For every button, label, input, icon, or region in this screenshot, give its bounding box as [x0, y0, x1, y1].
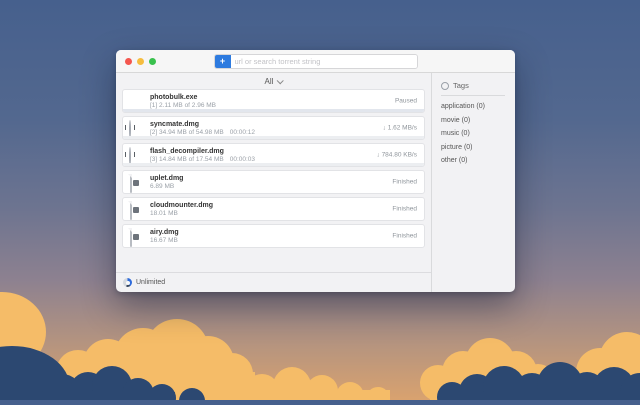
tags-header[interactable]: Tags: [441, 81, 515, 90]
file-name: syncmate.dmg: [150, 120, 255, 129]
row-icon: [129, 94, 143, 108]
tag-item-application[interactable]: application (0): [441, 100, 515, 114]
row-text: airy.dmg 16.67 MB: [150, 228, 179, 245]
download-list: photobulk.exe [1] 2.11 MB of 2.96 MB Pau…: [116, 89, 431, 251]
add-download-button[interactable]: +: [215, 55, 231, 68]
tag-item-music[interactable]: music (0): [441, 127, 515, 141]
desktop: { "wallpaper": { "sky_top": "#46608d", "…: [0, 0, 640, 400]
speedometer-icon: [123, 278, 132, 287]
row-text: cloudmounter.dmg 18.01 MB: [150, 201, 213, 218]
download-row-syncmate[interactable]: syncmate.dmg [2] 34.94 MB of 54.98 MB00:…: [122, 116, 425, 140]
row-icon: [129, 175, 143, 189]
tag-item-picture[interactable]: picture (0): [441, 141, 515, 155]
download-row-uplet[interactable]: uplet.dmg 6.89 MB Finished: [122, 170, 425, 194]
file-name: airy.dmg: [150, 228, 179, 237]
status-label: Finished: [392, 179, 417, 186]
download-row-photobulk[interactable]: photobulk.exe [1] 2.11 MB of 2.96 MB Pau…: [122, 89, 425, 113]
row-text: photobulk.exe [1] 2.11 MB of 2.96 MB: [150, 93, 222, 110]
search-bar: +: [214, 54, 418, 69]
row-icon: [129, 202, 143, 216]
row-icon: [129, 121, 143, 135]
tags-sidebar: Tags application (0) movie (0) music (0)…: [431, 73, 515, 292]
tags-header-label: Tags: [453, 81, 469, 90]
tag-item-movie[interactable]: movie (0): [441, 114, 515, 128]
download-row-flash-decompiler[interactable]: flash_decompiler.dmg [3] 14.84 MB of 17.…: [122, 143, 425, 167]
file-icon: [130, 174, 132, 193]
file-icon: [130, 228, 132, 247]
titlebar: +: [116, 50, 515, 73]
tag-circle-icon: [441, 82, 449, 90]
filter-label: All: [265, 77, 274, 86]
download-manager-window: + All photobulk.exe [1] 2.11 MB of 2.96 …: [116, 50, 515, 292]
row-text: syncmate.dmg [2] 34.94 MB of 54.98 MB00:…: [150, 120, 255, 137]
downloads-panel: All photobulk.exe [1] 2.11 MB of 2.96 MB…: [116, 73, 431, 292]
tag-item-other[interactable]: other (0): [441, 154, 515, 168]
tags-divider: [441, 95, 505, 96]
file-size-label: 16.67 MB: [150, 237, 179, 245]
window-content: All photobulk.exe [1] 2.11 MB of 2.96 MB…: [116, 73, 515, 292]
speed-limit-control[interactable]: Unlimited: [116, 272, 431, 292]
file-name: uplet.dmg: [150, 174, 183, 183]
chevron-down-icon: [277, 77, 284, 84]
status-label: Paused: [395, 98, 417, 105]
file-size-label: 18.01 MB: [150, 210, 213, 218]
download-speed-label: ↓ 784.80 KB/s: [377, 152, 417, 159]
row-icon: [129, 229, 143, 243]
filter-dropdown[interactable]: All: [116, 73, 431, 89]
download-row-cloudmounter[interactable]: cloudmounter.dmg 18.01 MB Finished: [122, 197, 425, 221]
file-name: flash_decompiler.dmg: [150, 147, 255, 156]
search-input[interactable]: [231, 55, 417, 68]
row-text: flash_decompiler.dmg [3] 14.84 MB of 17.…: [150, 147, 255, 164]
row-text: uplet.dmg 6.89 MB: [150, 174, 183, 191]
file-icon: [130, 201, 132, 220]
status-label: Finished: [392, 233, 417, 240]
speed-limit-label: Unlimited: [136, 279, 165, 286]
zoom-button[interactable]: [149, 58, 156, 65]
close-button[interactable]: [125, 58, 132, 65]
file-name: cloudmounter.dmg: [150, 201, 213, 210]
orange-clouds: [0, 292, 640, 400]
file-size-label: 6.89 MB: [150, 183, 183, 191]
row-icon: [129, 148, 143, 162]
minimize-button[interactable]: [137, 58, 144, 65]
progress-bar: [123, 109, 424, 112]
download-speed-label: ↓ 1.62 MB/s: [383, 125, 417, 132]
traffic-lights: [125, 58, 156, 65]
progress-bar: [123, 163, 424, 166]
download-row-airy[interactable]: airy.dmg 16.67 MB Finished: [122, 224, 425, 248]
navy-clouds: [0, 346, 640, 400]
progress-bar: [123, 136, 424, 139]
status-label: Finished: [392, 206, 417, 213]
file-name: photobulk.exe: [150, 93, 222, 102]
